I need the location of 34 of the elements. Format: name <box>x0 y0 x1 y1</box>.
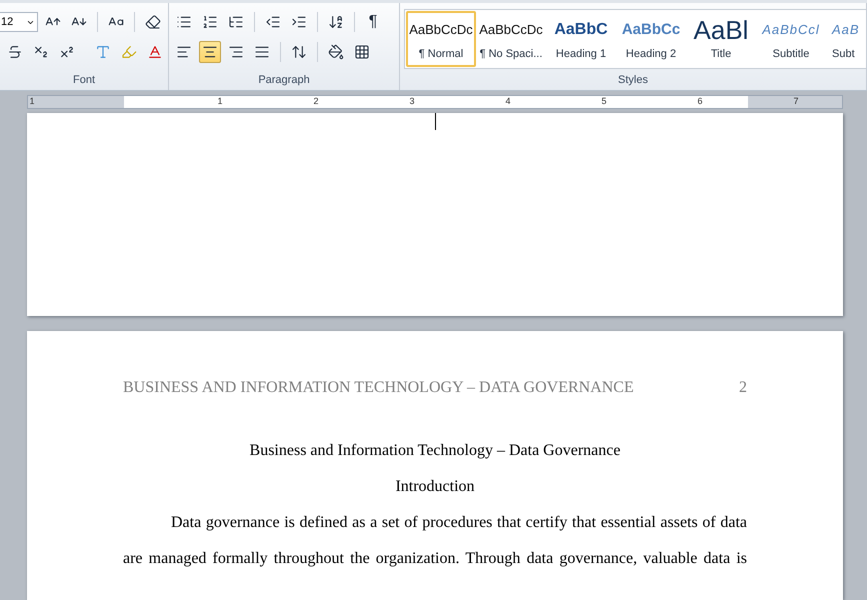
font-size-dropdown[interactable]: 12 <box>0 12 38 32</box>
toolbar-icon <box>328 44 344 60</box>
toolbar-icon <box>228 14 244 30</box>
body-text: Data governance is defined as a set of procedures that certify that essential assets of data <box>170 513 747 533</box>
toolbar-icon <box>202 14 218 30</box>
group-label: Paragraph <box>257 73 311 88</box>
style-item[interactable]: AaBbCcDc ¶ Normal <box>406 11 476 67</box>
document-title: Business and Information Technology – Data Governance <box>250 442 620 459</box>
align-center-button[interactable] <box>199 41 221 63</box>
toolbar-icon <box>354 44 370 60</box>
section-heading: Introduction <box>395 478 475 495</box>
toolbar-icon <box>202 44 218 60</box>
toolbar-icon <box>95 44 111 60</box>
group-label: Styles <box>617 73 649 88</box>
toolbar-icon <box>228 44 244 60</box>
body-text: are managed formally throughout the organization. Through data governance, valuable data is <box>123 549 747 569</box>
toolbar-icon <box>145 14 161 30</box>
toolbar-icon <box>254 44 270 60</box>
toolbar-icon <box>328 14 344 30</box>
toolbar-icon <box>291 44 307 60</box>
text-cursor <box>435 113 436 130</box>
toolbar-icon <box>265 14 281 30</box>
toolbar-icon <box>7 44 23 60</box>
toolbar-icon <box>59 44 75 60</box>
toolbar-icon <box>121 44 137 60</box>
group-label: Font <box>72 73 96 88</box>
show-marks-button[interactable]: ¶ <box>362 11 384 33</box>
page-header: BUSINESS AND INFORMATION TECHNOLOGY – DATA GOVERNANCE <box>123 379 634 397</box>
page-number: 2 <box>739 379 747 397</box>
toolbar-icon <box>176 44 192 60</box>
ruler: 1 1 2 3 4 5 6 7 <box>27 95 843 109</box>
toolbar-icon <box>147 44 163 60</box>
toolbar-icon <box>291 14 307 30</box>
toolbar-icon <box>33 44 49 60</box>
